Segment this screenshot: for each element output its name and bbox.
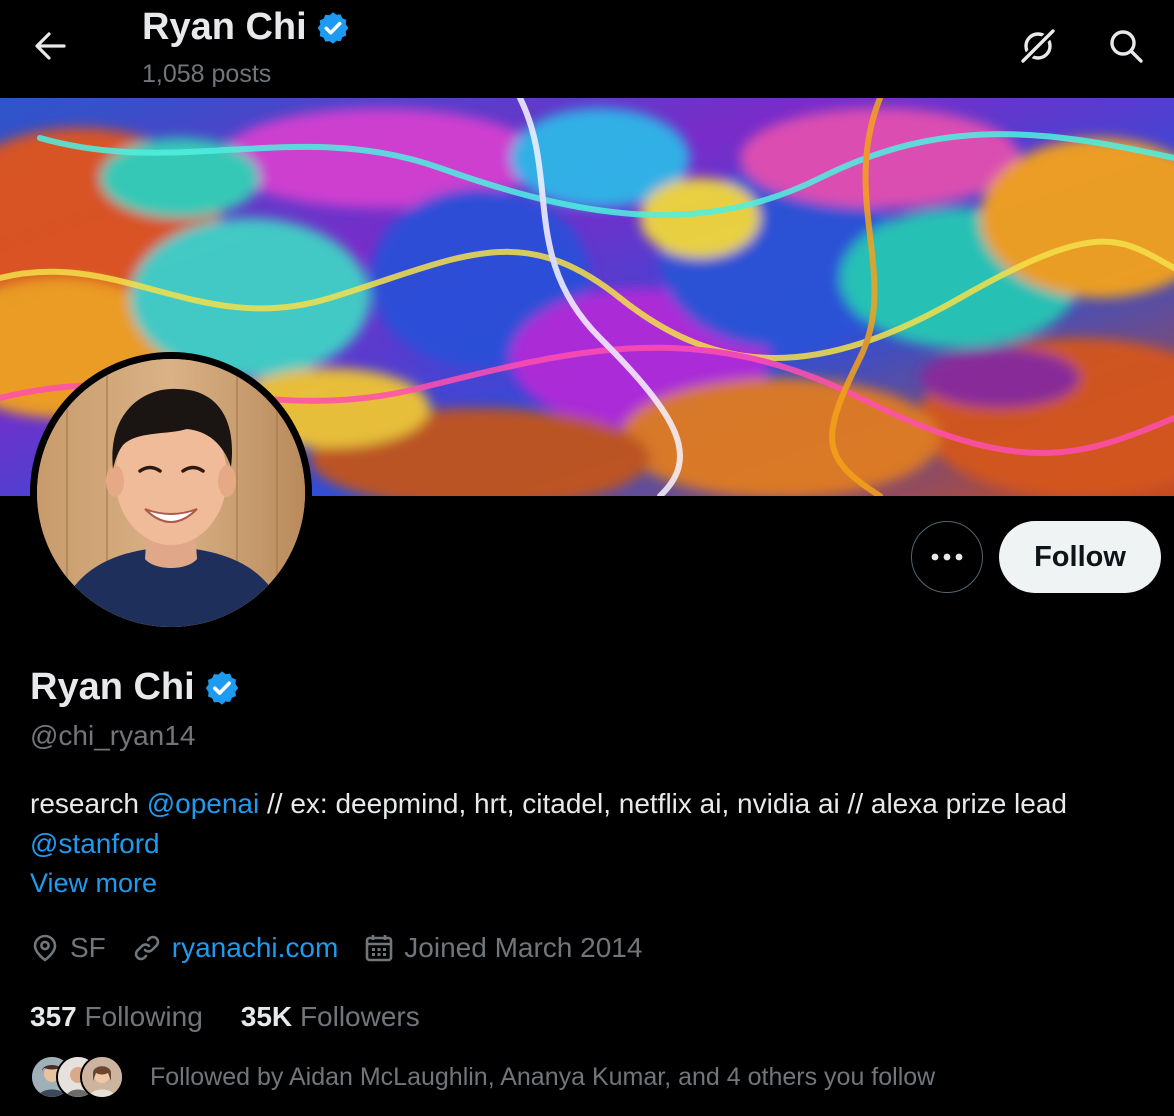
view-more-link[interactable]: View more: [30, 868, 157, 899]
search-icon: [1110, 30, 1143, 63]
follow-button[interactable]: Follow: [999, 521, 1161, 593]
header-title: Ryan Chi: [142, 6, 351, 49]
verified-badge-icon: [317, 11, 349, 44]
followers-stat[interactable]: 35K Followers: [241, 1001, 420, 1033]
arrow-left-icon: [35, 32, 66, 60]
search-button[interactable]: [1098, 20, 1154, 72]
profile-meta: SF ryanachi.com Joined March 2014: [30, 926, 642, 970]
bio-text-2: // ex: deepmind, hrt, citadel, netflix a…: [259, 788, 1067, 819]
profile-display-name: Ryan Chi: [30, 666, 241, 709]
verified-badge-icon[interactable]: [203, 669, 241, 707]
joined-item: Joined March 2014: [364, 932, 642, 964]
location-text: SF: [70, 932, 106, 963]
grok-icon: [1021, 29, 1055, 63]
bio-text-1: research: [30, 788, 147, 819]
follow-stats: 357 Following 35K Followers: [30, 996, 420, 1038]
bio-mention-openai[interactable]: @openai: [147, 788, 260, 819]
website-link[interactable]: ryanachi.com: [172, 932, 339, 964]
followed-by-text: Followed by Aidan McLaughlin, Ananya Kum…: [150, 1062, 936, 1091]
following-stat[interactable]: 357 Following: [30, 1001, 203, 1033]
joined-text: Joined March 2014: [404, 932, 643, 963]
followers-label: Followers: [299, 1001, 420, 1032]
link-icon: [134, 935, 160, 961]
bio-mention-stanford[interactable]: @stanford: [30, 828, 160, 859]
back-button[interactable]: [22, 22, 78, 70]
header-name: Ryan Chi: [142, 6, 307, 48]
location-item: SF: [30, 932, 106, 964]
profile-avatar[interactable]: [30, 352, 312, 634]
profile-bio: research @openai // ex: deepmind, hrt, c…: [30, 784, 1140, 864]
profile-handle: @chi_ryan14: [30, 720, 196, 751]
more-horizontal-icon: [931, 553, 963, 561]
mutual-avatar: [80, 1055, 124, 1099]
followed-by-row[interactable]: Followed by Aidan McLaughlin, Ananya Kum…: [30, 1054, 935, 1100]
location-pin-icon: [33, 934, 57, 962]
grok-button[interactable]: [1010, 20, 1066, 72]
more-options-button[interactable]: [911, 521, 983, 593]
following-count: 357: [30, 1001, 77, 1032]
website-item: ryanachi.com: [132, 932, 339, 964]
top-bar: Ryan Chi 1,058 posts: [0, 0, 1174, 98]
followed-by-avatars: [30, 1055, 124, 1099]
posts-count: 1,058 posts: [142, 60, 272, 88]
avatar-photo: [37, 359, 305, 627]
following-label: Following: [84, 1001, 203, 1032]
profile-name-text: Ryan Chi: [30, 666, 195, 708]
followers-count: 35K: [240, 1001, 293, 1032]
calendar-icon: [365, 935, 393, 962]
